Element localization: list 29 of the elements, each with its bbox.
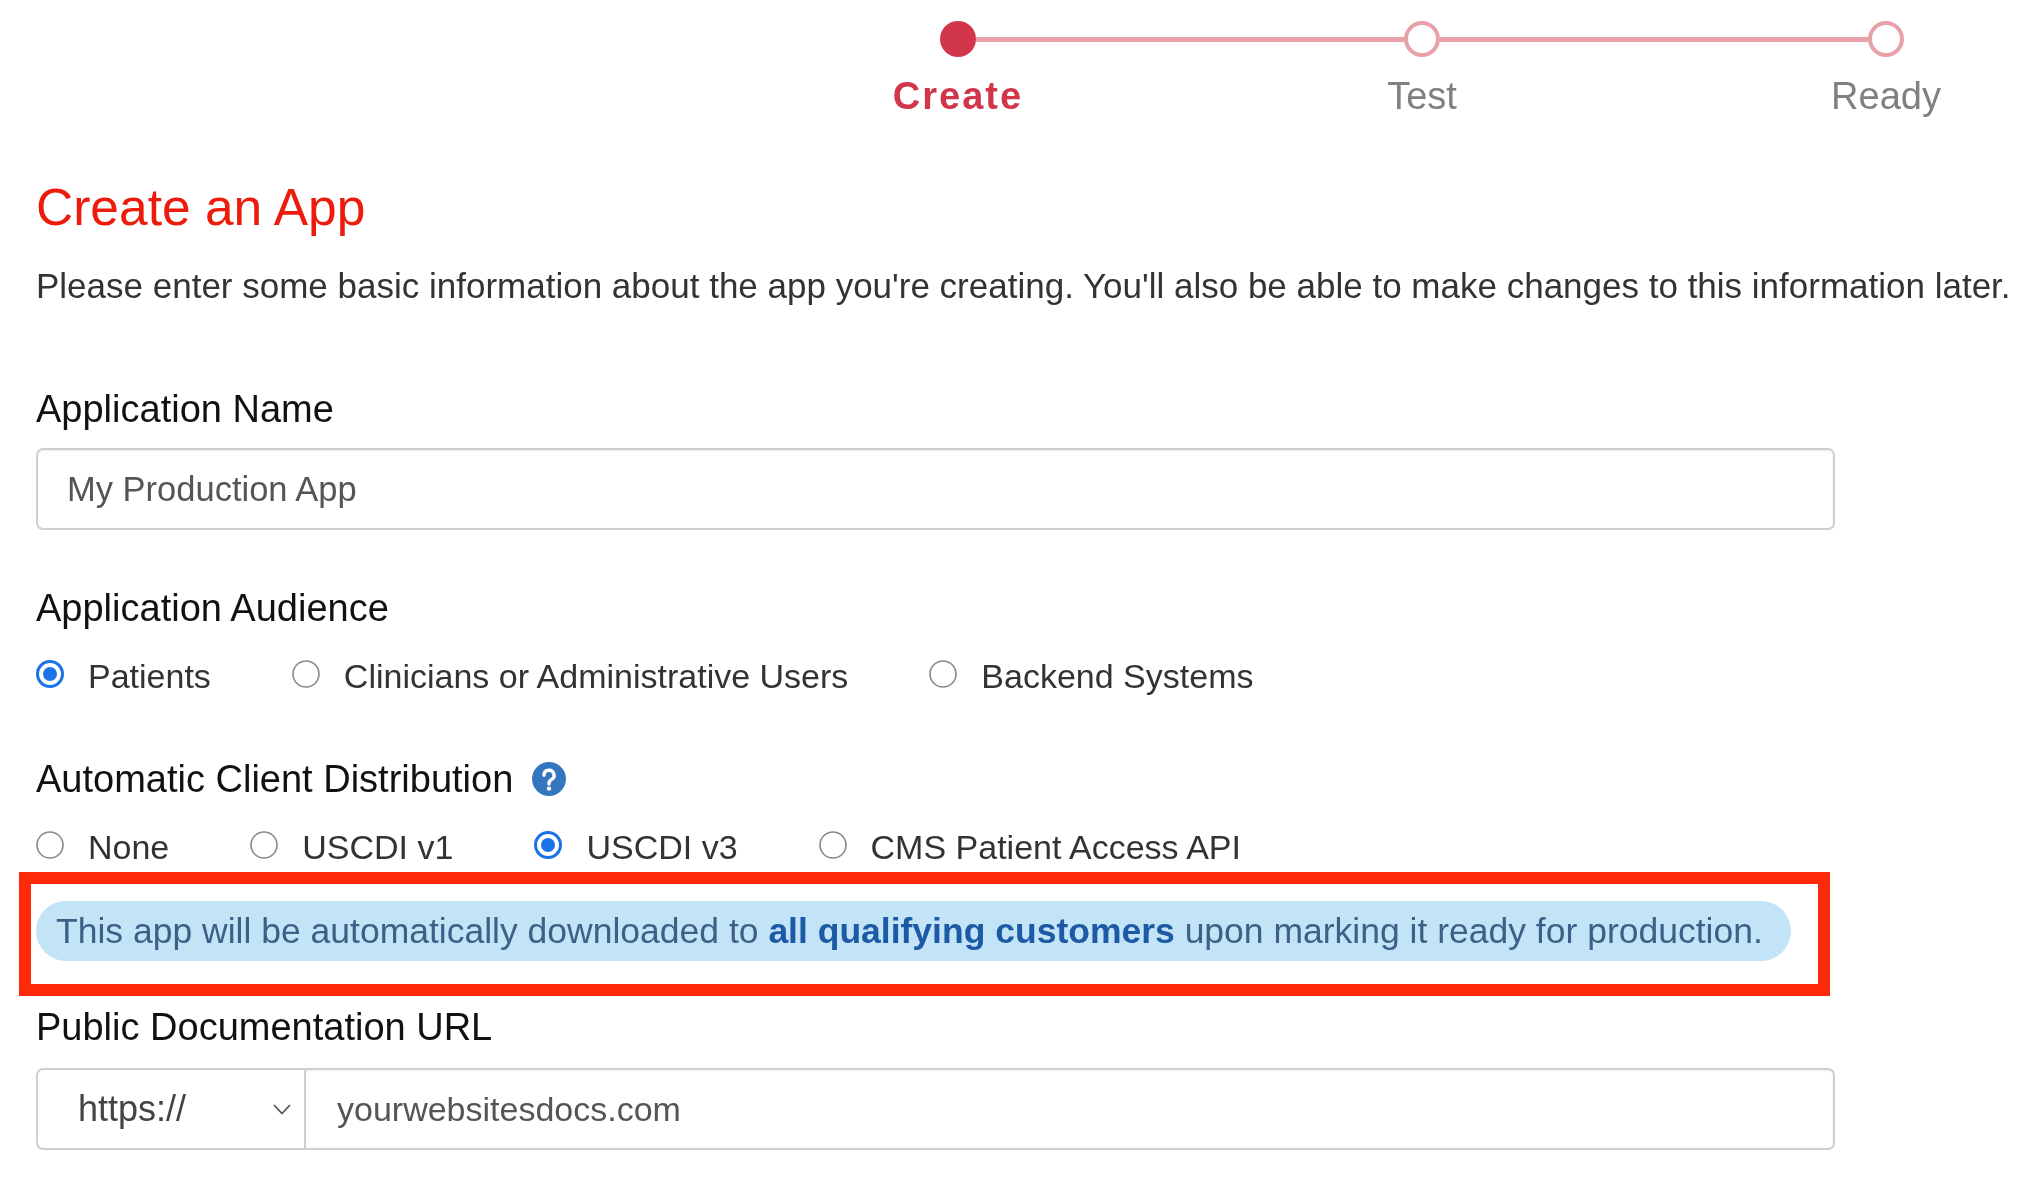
step-label: Create — [892, 74, 1024, 118]
radio-label[interactable]: USCDI v1 — [302, 825, 454, 869]
radio-label[interactable]: USCDI v3 — [586, 825, 738, 869]
radio-label[interactable]: CMS Patient Access API — [870, 825, 1241, 869]
radio-label[interactable]: Patients — [88, 654, 211, 698]
info-banner: This app will be automatically downloaded to all qualifying customers upon marking it ready for production. — [36, 901, 1791, 961]
page-title: Create an App — [36, 177, 366, 237]
help-icon[interactable] — [532, 762, 567, 796]
intro-text: Please enter some basic information about the app you're creating. You'll also be able to make changes to this information later. — [36, 266, 2011, 306]
radio-button[interactable] — [291, 659, 320, 688]
field-label: Application Audience — [36, 586, 389, 630]
field-label: Application Name — [36, 387, 334, 431]
radio-button[interactable] — [250, 830, 279, 859]
radio-button[interactable] — [929, 659, 958, 688]
protocol-select[interactable]: https:// — [36, 1068, 306, 1150]
chevron-down-icon — [273, 1103, 291, 1115]
step-label: Ready — [1831, 74, 1941, 118]
radio-label[interactable]: Backend Systems — [981, 654, 1254, 698]
radio-button[interactable] — [818, 830, 847, 859]
radio-button[interactable] — [534, 830, 563, 859]
radio-button[interactable] — [36, 659, 64, 688]
text-input[interactable]: My Production App — [36, 448, 1835, 530]
field-label: Public Documentation URL — [36, 1005, 493, 1049]
step-label: Test — [1387, 74, 1457, 118]
radio-label[interactable]: Clinicians or Administrative Users — [343, 654, 849, 698]
url-input[interactable]: yourwebsitesdocs.com — [306, 1068, 1835, 1150]
radio-label[interactable]: None — [88, 825, 170, 869]
radio-button[interactable] — [36, 830, 64, 859]
field-label: Automatic Client Distribution — [36, 757, 514, 801]
